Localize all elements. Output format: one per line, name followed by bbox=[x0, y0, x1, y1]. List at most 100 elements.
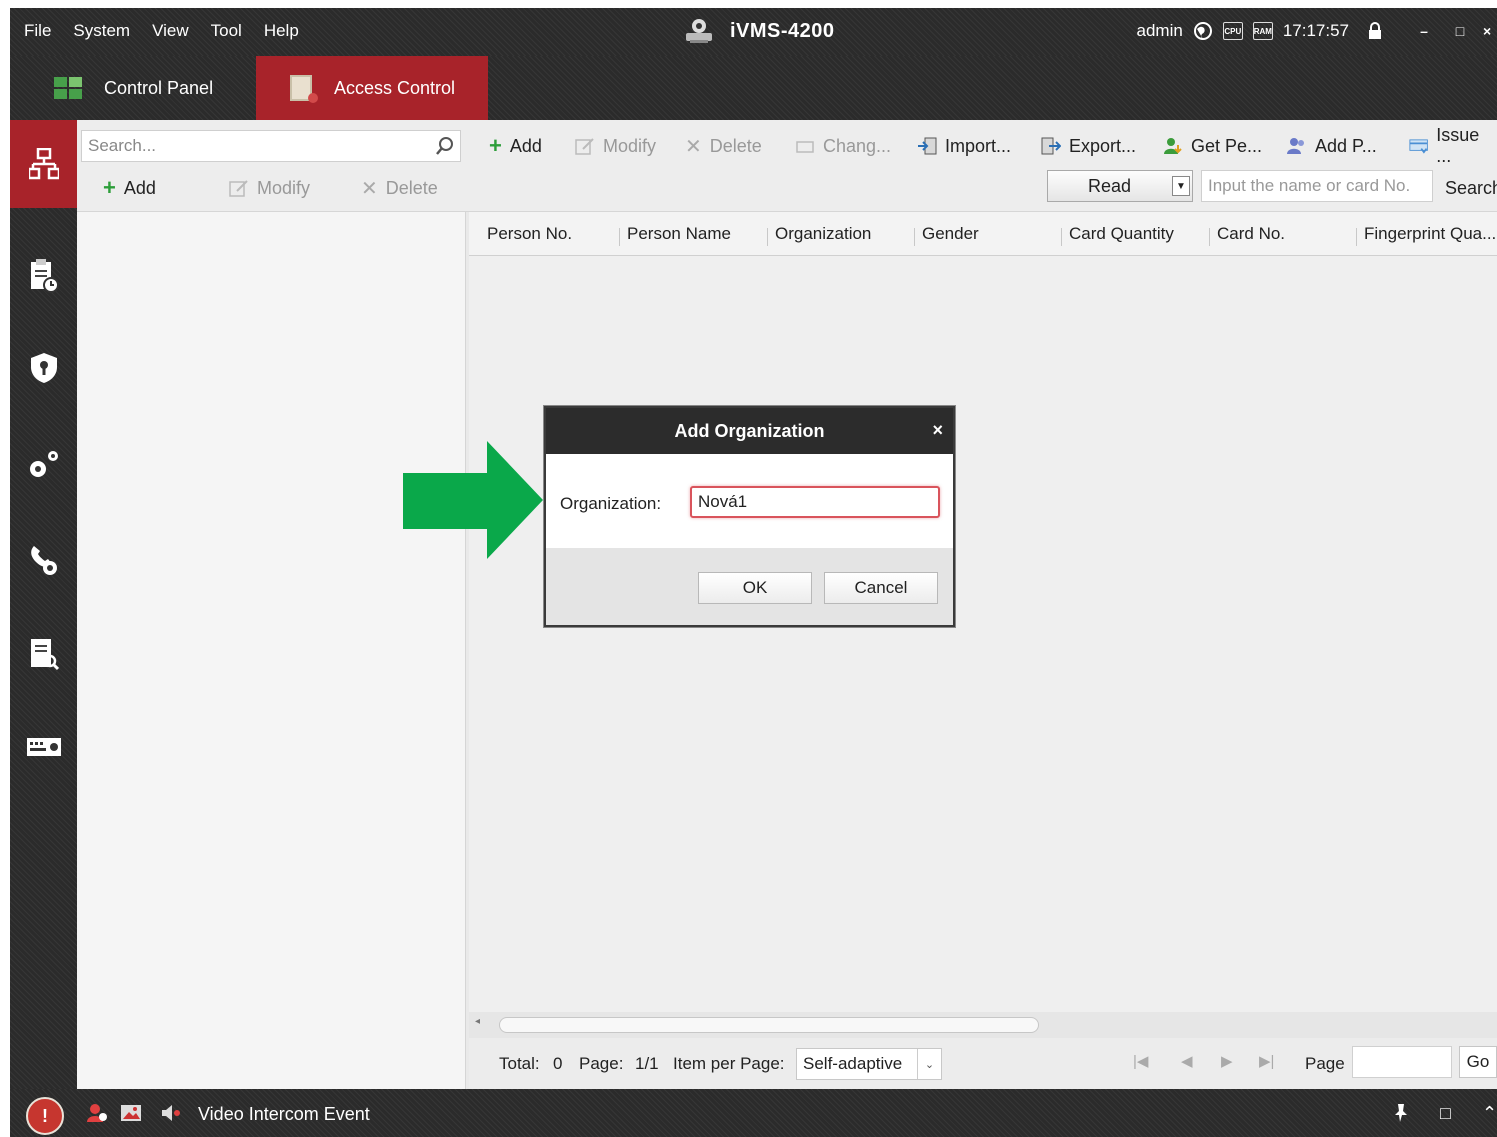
change-card-button[interactable]: Chang... bbox=[795, 126, 891, 166]
tab-access-control[interactable]: Access Control bbox=[256, 56, 488, 120]
add-persons-button[interactable]: Add P... bbox=[1287, 126, 1377, 166]
delete-organization-button[interactable]: ✕ Delete bbox=[361, 168, 438, 208]
organization-tree[interactable] bbox=[77, 212, 466, 1089]
lock-icon[interactable] bbox=[1367, 22, 1383, 40]
rail-permission[interactable] bbox=[10, 324, 77, 412]
video-intercom-event-label[interactable]: Video Intercom Event bbox=[198, 1104, 370, 1125]
dropdown-arrow-icon[interactable]: ▼ bbox=[1172, 176, 1190, 196]
menu-file[interactable]: File bbox=[24, 21, 51, 41]
module-rail bbox=[10, 120, 77, 1089]
dialog-close-icon[interactable]: × bbox=[932, 420, 943, 441]
last-page-icon[interactable]: ▶| bbox=[1259, 1052, 1274, 1070]
rail-schedule[interactable] bbox=[10, 232, 77, 320]
prev-page-icon[interactable]: ◀ bbox=[1181, 1052, 1193, 1070]
document-search-icon bbox=[30, 639, 59, 671]
button-label: Export... bbox=[1069, 135, 1137, 156]
persons-icon bbox=[1287, 138, 1304, 154]
tab-control-panel[interactable]: Control Panel bbox=[50, 56, 250, 120]
export-button[interactable]: Export... bbox=[1041, 126, 1136, 166]
rail-advanced-settings[interactable] bbox=[10, 420, 77, 508]
alarm-warning-icon[interactable]: ! bbox=[26, 1097, 64, 1135]
column-header-person-no[interactable]: Person No. bbox=[479, 224, 572, 244]
column-header-gender[interactable]: Gender bbox=[914, 224, 979, 246]
export-icon bbox=[1041, 137, 1061, 155]
issue-card-icon bbox=[1409, 139, 1428, 154]
modify-person-button[interactable]: Modify bbox=[575, 126, 656, 166]
menu-view[interactable]: View bbox=[152, 21, 189, 41]
status-area: admin CPU RAM 17:17:57 – □ × bbox=[1137, 20, 1497, 42]
column-header-person-name[interactable]: Person Name bbox=[619, 224, 731, 246]
close-button[interactable]: × bbox=[1483, 20, 1497, 42]
rail-event-search[interactable] bbox=[10, 610, 77, 698]
next-page-icon[interactable]: ▶ bbox=[1221, 1052, 1233, 1070]
rail-video-intercom[interactable] bbox=[10, 516, 77, 604]
status-bar: ! Video Intercom Event □ ⌃ bbox=[10, 1089, 1497, 1137]
issue-card-button[interactable]: Issue ... bbox=[1409, 125, 1497, 166]
chevron-down-icon: ⌄ bbox=[917, 1049, 941, 1079]
name-card-search-input[interactable]: Input the name or card No. bbox=[1201, 170, 1433, 202]
edit-icon bbox=[229, 180, 248, 197]
card-icon bbox=[796, 141, 814, 153]
globe-icon[interactable] bbox=[1193, 21, 1213, 41]
org-tree-icon bbox=[28, 148, 59, 180]
scrollbar-thumb[interactable] bbox=[499, 1017, 1039, 1033]
grid-icon bbox=[54, 77, 82, 99]
collapse-icon[interactable]: ⌃ bbox=[1482, 1103, 1497, 1124]
button-label: Issue ... bbox=[1436, 125, 1480, 166]
horizontal-scrollbar[interactable]: ◂ bbox=[469, 1012, 1497, 1038]
get-person-button[interactable]: Get Pe... bbox=[1163, 126, 1262, 166]
per-page-label: Item per Page: bbox=[673, 1054, 785, 1073]
gears-icon bbox=[29, 451, 58, 477]
restore-icon[interactable]: □ bbox=[1440, 1103, 1451, 1124]
cancel-button[interactable]: Cancel bbox=[824, 572, 938, 604]
button-label: Delete bbox=[385, 177, 438, 198]
add-organization-button[interactable]: + Add bbox=[103, 168, 156, 208]
total-count: 0 bbox=[553, 1054, 563, 1073]
scroll-left-icon[interactable]: ◂ bbox=[475, 1016, 480, 1027]
button-label: Add P... bbox=[1315, 135, 1377, 156]
column-header-organization[interactable]: Organization bbox=[767, 224, 871, 246]
add-organization-dialog: Add Organization × Organization: Nová1 O… bbox=[544, 406, 955, 627]
tab-label: Control Panel bbox=[104, 77, 214, 98]
menu-tool[interactable]: Tool bbox=[211, 21, 242, 41]
rail-device[interactable] bbox=[10, 704, 77, 792]
button-label: Modify bbox=[603, 135, 657, 156]
org-toolbar: + Add Modify ✕ Delete Read ▼ Input the n… bbox=[77, 164, 1497, 212]
import-icon bbox=[918, 137, 937, 155]
items-per-page-select[interactable]: Self-adaptive ⌄ bbox=[796, 1048, 942, 1080]
image-event-icon[interactable] bbox=[120, 1103, 142, 1123]
first-page-icon[interactable]: |◀ bbox=[1133, 1052, 1148, 1070]
column-header-fingerprint[interactable]: Fingerprint Qua... bbox=[1356, 224, 1496, 246]
read-card-button[interactable]: Read ▼ bbox=[1047, 170, 1193, 202]
page-number-input[interactable] bbox=[1352, 1046, 1452, 1078]
column-header-card-no[interactable]: Card No. bbox=[1209, 224, 1285, 246]
button-label: Delete bbox=[709, 135, 762, 156]
person-download-icon bbox=[1164, 138, 1182, 154]
alarm-person-icon[interactable] bbox=[86, 1103, 108, 1123]
maximize-button[interactable]: □ bbox=[1447, 20, 1473, 42]
speaker-icon[interactable] bbox=[160, 1103, 182, 1123]
column-header-card-quantity[interactable]: Card Quantity bbox=[1061, 224, 1174, 246]
user-name: admin bbox=[1136, 21, 1183, 40]
minimize-button[interactable]: – bbox=[1411, 20, 1437, 42]
delete-person-button[interactable]: ✕ Delete bbox=[685, 126, 762, 166]
menu-help[interactable]: Help bbox=[264, 21, 299, 41]
page-value: 1/1 bbox=[635, 1054, 659, 1073]
page-label: Page: bbox=[579, 1054, 624, 1073]
add-person-button[interactable]: + Add bbox=[489, 126, 542, 166]
tab-bar: Control Panel Access Control bbox=[10, 56, 1497, 120]
dialog-header: Add Organization × bbox=[546, 408, 953, 454]
organization-name-input[interactable]: Nová1 bbox=[690, 486, 940, 518]
rail-person-management[interactable] bbox=[10, 120, 77, 208]
go-button[interactable]: Go bbox=[1459, 1046, 1497, 1078]
menu-system[interactable]: System bbox=[73, 21, 130, 41]
page-text: Page bbox=[1305, 1054, 1345, 1073]
search-icon[interactable] bbox=[429, 130, 461, 162]
ok-button[interactable]: OK bbox=[698, 572, 812, 604]
import-button[interactable]: Import... bbox=[917, 126, 1011, 166]
modify-organization-button[interactable]: Modify bbox=[229, 168, 310, 208]
organization-search-input[interactable]: Search... bbox=[81, 130, 461, 162]
search-button[interactable]: Search bbox=[1445, 178, 1497, 199]
tab-label: Access Control bbox=[334, 77, 456, 98]
pin-icon[interactable] bbox=[1392, 1103, 1410, 1128]
